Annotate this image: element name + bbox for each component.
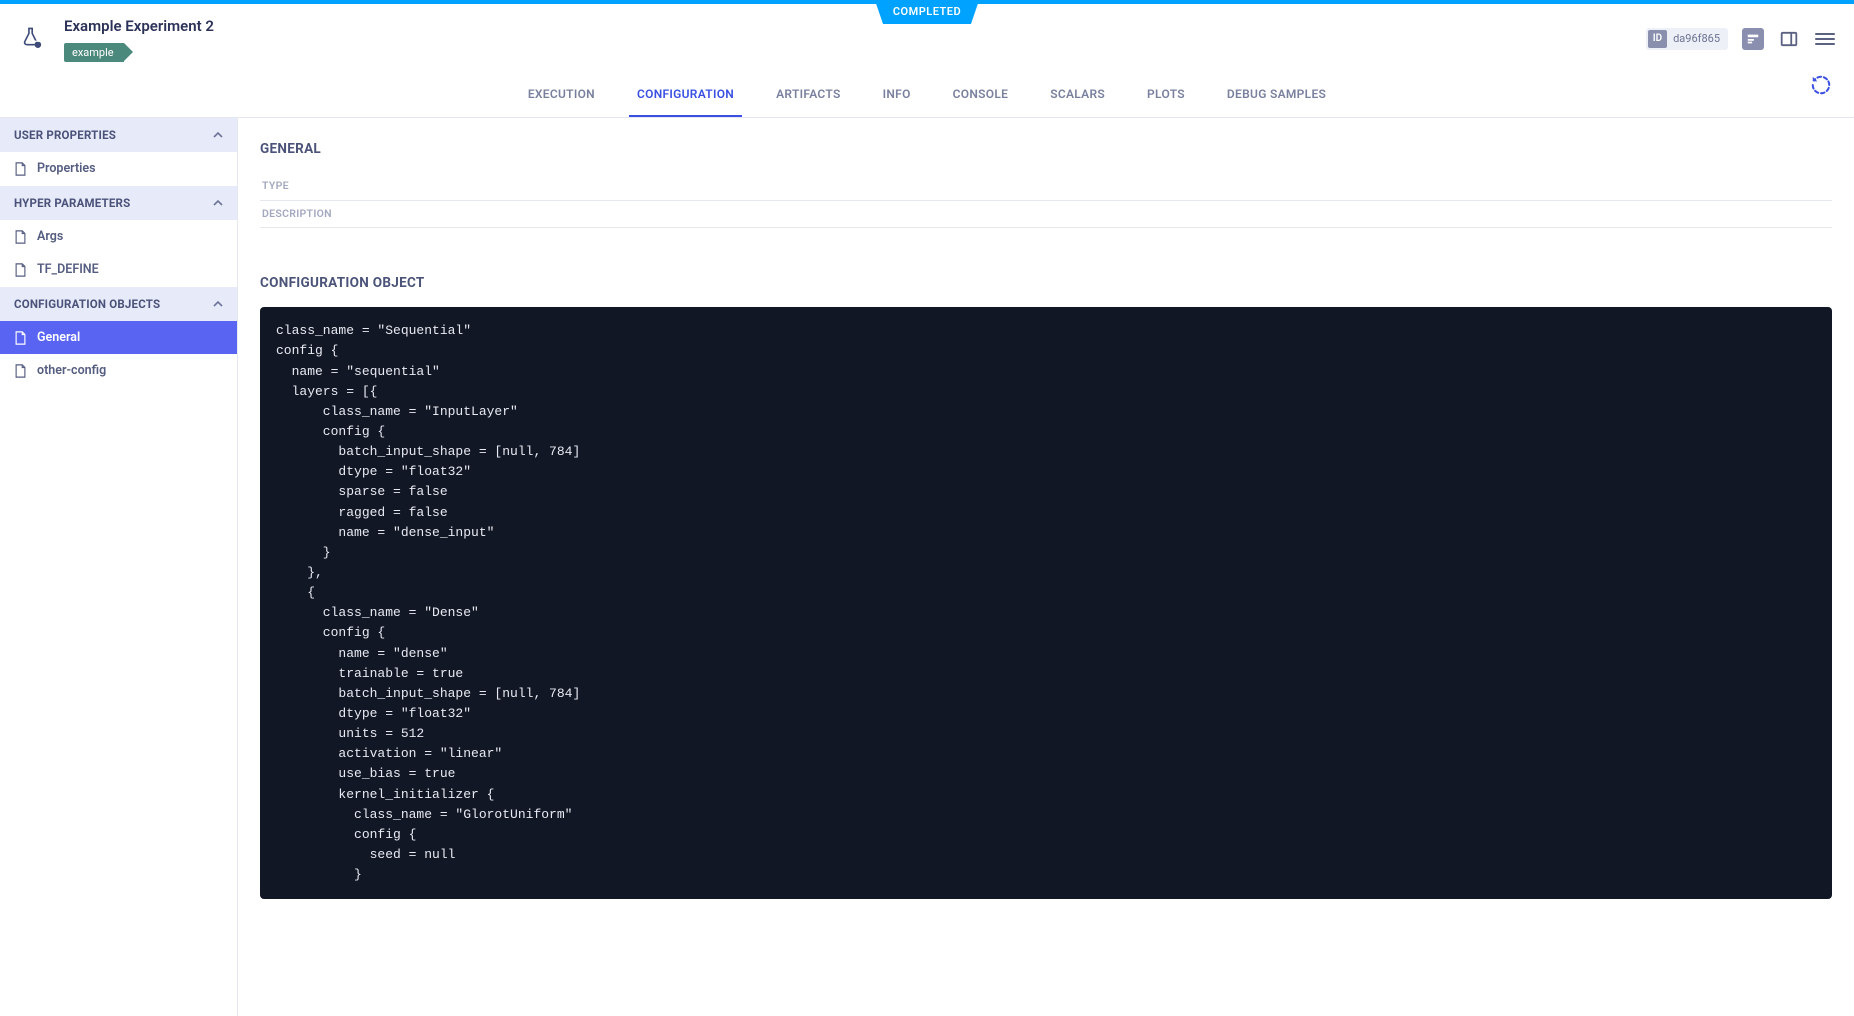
sidebar-section-label: CONFIGURATION OBJECTS [14,296,160,312]
sidebar-section-user-properties[interactable]: USER PROPERTIES [0,118,237,152]
sidebar-section-label: USER PROPERTIES [14,127,116,143]
experiment-id: da96f865 [1673,31,1720,46]
section-general-title: GENERAL [260,140,1832,159]
configuration-code-block[interactable]: class_name = "Sequential" config { name … [260,307,1832,899]
experiment-tabs: EXECUTION CONFIGURATION ARTIFACTS INFO C… [0,68,1854,118]
experiment-tags: example [64,43,214,62]
tab-artifacts[interactable]: ARTIFACTS [772,76,845,117]
tab-execution[interactable]: EXECUTION [524,76,599,117]
sidebar-item-general[interactable]: General [0,321,237,355]
tab-console[interactable]: CONSOLE [949,76,1013,117]
chevron-up-icon [213,130,223,140]
document-icon [14,364,27,378]
experiment-id-chip[interactable]: ID da96f865 [1646,28,1728,50]
document-icon [14,230,27,244]
sidebar-item-tf-define[interactable]: TF_DEFINE [0,253,237,287]
sidebar-item-label: Properties [37,160,96,178]
top-accent-bar: COMPLETED [0,0,1854,4]
document-icon [14,162,27,176]
sidebar-item-label: other-config [37,362,106,380]
general-type-row: TYPE [260,173,1832,201]
document-icon [14,263,27,277]
sidebar-section-label: HYPER PARAMETERS [14,195,130,211]
sidebar-item-label: Args [37,228,63,246]
id-label: ID [1648,30,1667,48]
sidebar-item-properties[interactable]: Properties [0,152,237,186]
card-view-icon[interactable] [1742,28,1764,50]
experiment-title: Example Experiment 2 [64,16,214,37]
sidebar-item-label: General [37,329,80,347]
panel-layout-icon[interactable] [1778,28,1800,50]
general-description-row: DESCRIPTION [260,201,1832,229]
sidebar-item-args[interactable]: Args [0,220,237,254]
tab-info[interactable]: INFO [879,76,915,117]
tab-scalars[interactable]: SCALARS [1046,76,1109,117]
menu-button[interactable] [1814,28,1836,50]
document-icon [14,331,27,345]
experiment-icon [20,26,46,52]
configuration-sidebar: USER PROPERTIES Properties HYPER PARAMET… [0,118,238,1016]
sidebar-item-other-config[interactable]: other-config [0,354,237,388]
tab-configuration[interactable]: CONFIGURATION [633,76,738,117]
tab-debug-samples[interactable]: DEBUG SAMPLES [1223,76,1330,117]
refresh-button[interactable] [1810,74,1832,96]
section-config-object-title: CONFIGURATION OBJECT [260,274,1832,293]
status-badge: COMPLETED [875,0,979,24]
sidebar-section-hyper-parameters[interactable]: HYPER PARAMETERS [0,186,237,220]
sidebar-section-configuration-objects[interactable]: CONFIGURATION OBJECTS [0,287,237,321]
experiment-tag[interactable]: example [64,43,124,62]
chevron-up-icon [213,299,223,309]
configuration-main: GENERAL TYPE DESCRIPTION CONFIGURATION O… [238,118,1854,1016]
hamburger-icon [1815,30,1835,48]
tab-plots[interactable]: PLOTS [1143,76,1189,117]
chevron-up-icon [213,198,223,208]
sidebar-item-label: TF_DEFINE [37,261,99,279]
